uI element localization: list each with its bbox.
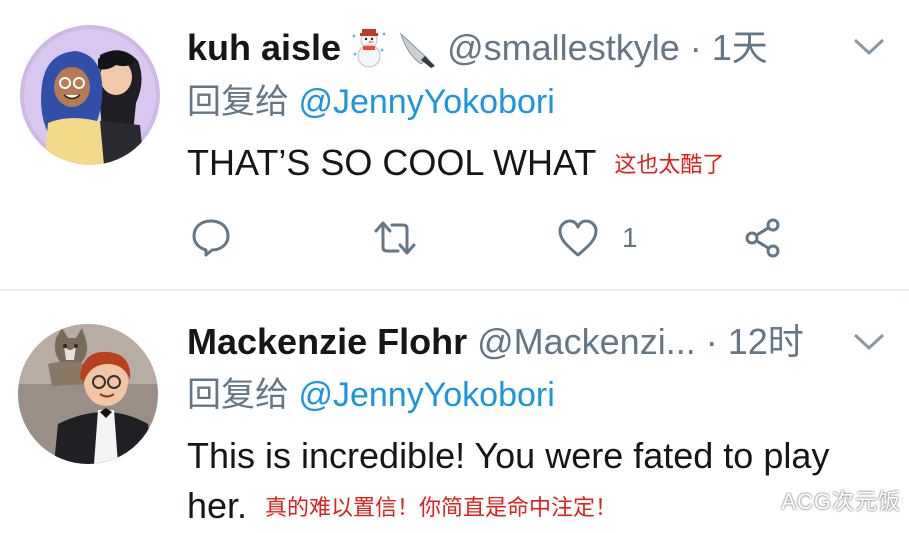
knife-icon (397, 28, 437, 80)
like-count: 1 (622, 222, 638, 253)
display-name[interactable]: kuh aisle (187, 27, 341, 68)
translation-annotation: 真的难以置信！你简直是命中注定！ (265, 495, 618, 521)
tweet-header: kuh aisle @smallestkyle · 1天 (187, 24, 768, 72)
reply-prefix: 回复给 (187, 83, 289, 121)
reply-context: 回复给 @JennyYokobori (187, 80, 555, 124)
watermark: ACG次元饭 (781, 489, 901, 514)
action-bar: 1 (190, 215, 790, 265)
avatar[interactable] (18, 324, 158, 464)
reply-prefix: 回复给 (187, 376, 289, 414)
translation-annotation: 这也太酷了 (614, 152, 725, 178)
tweet-text: THAT’S SO COOL WHAT 这也太酷了 (187, 138, 724, 190)
tweet[interactable]: Mackenzie Flohr @Mackenzi... · 12时 回复给 @… (0, 291, 909, 530)
tweet-body: THAT’S SO COOL WHAT (187, 142, 597, 183)
user-handle[interactable]: @smallestkyle (447, 27, 680, 68)
avatar[interactable] (20, 25, 160, 165)
retweet-button[interactable] (372, 215, 418, 261)
timestamp[interactable]: 12时 (728, 321, 804, 362)
like-button[interactable]: 1 (556, 215, 638, 261)
mention-link[interactable]: @JennyYokobori (298, 83, 554, 121)
timestamp[interactable]: 1天 (712, 27, 768, 68)
chevron-down-icon[interactable] (851, 329, 887, 353)
user-handle[interactable]: @Mackenzi... (477, 321, 696, 362)
tweet-text: This is incredible! You were fated to pl… (187, 431, 897, 533)
tweet-header: Mackenzie Flohr @Mackenzi... · 12时 (187, 318, 804, 366)
share-icon (742, 217, 784, 259)
chevron-down-icon[interactable] (851, 34, 887, 58)
heart-icon (556, 217, 600, 259)
reply-icon (190, 217, 232, 259)
display-name[interactable]: Mackenzie Flohr (187, 321, 467, 362)
retweet-icon (372, 217, 418, 259)
snowman-icon (351, 28, 387, 80)
reply-context: 回复给 @JennyYokobori (187, 373, 555, 417)
separator-dot: · (705, 321, 718, 362)
reply-button[interactable] (190, 215, 232, 261)
mention-link[interactable]: @JennyYokobori (298, 376, 554, 414)
separator-dot: · (689, 27, 702, 68)
tweet[interactable]: kuh aisle @smallestkyle · 1天 回复给 @JennyY… (0, 0, 909, 290)
share-button[interactable] (742, 215, 784, 261)
